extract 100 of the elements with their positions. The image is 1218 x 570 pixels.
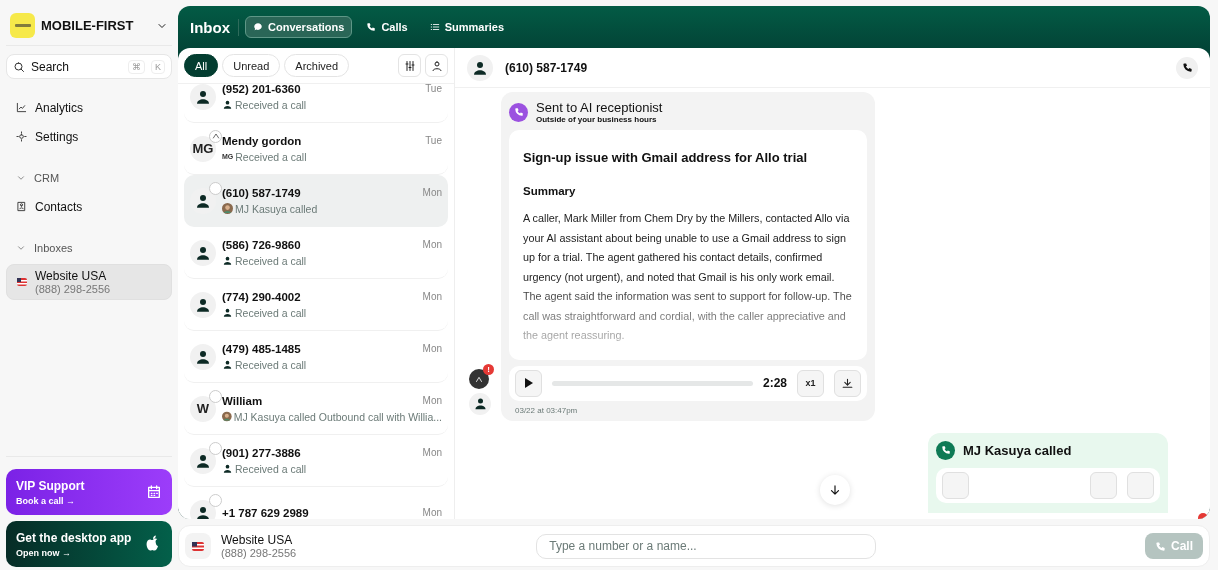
conversation-preview: Received a call: [235, 254, 307, 267]
conversation-preview: MJ Kasuya called: [235, 202, 318, 215]
contact-name: (610) 587-1749: [505, 60, 589, 75]
desktop-app-banner[interactable]: Get the desktop app Open now →: [6, 521, 172, 567]
conversation-time: Mon: [422, 394, 442, 407]
promo-title: VIP Support: [16, 478, 85, 493]
conversation-time: Tue: [425, 84, 442, 95]
play-icon: [524, 378, 533, 388]
settings-icon: [16, 131, 27, 142]
contact-name: (479) 485-1485: [222, 342, 301, 355]
phone-icon: [1155, 540, 1166, 552]
inbox-number: (888) 298-2556: [35, 283, 111, 295]
user-icon: [430, 59, 443, 72]
filter-chip[interactable]: Archived: [284, 54, 350, 77]
conversation-preview: MJ Kasuya called Outbound call with Willia...: [233, 410, 442, 423]
inbox-number: (888) 298-2556: [221, 547, 297, 559]
audio-track[interactable]: [552, 380, 753, 386]
search-field[interactable]: Search ⌘ K: [6, 54, 172, 79]
download-button[interactable]: [834, 369, 861, 397]
filter-chip[interactable]: Unread: [222, 54, 281, 77]
nav-item[interactable]: Analytics: [6, 93, 172, 122]
initials-avatar: MG: [190, 135, 216, 162]
summary-heading: Sign-up issue with Gmail address for Allo trial: [523, 150, 809, 165]
contact-name: +1 787 629 2989: [222, 506, 309, 519]
arrow-down-icon: [828, 483, 842, 497]
select-checkbox[interactable]: [209, 493, 222, 507]
calendar-icon: [146, 484, 162, 500]
conversation-time: Mon: [422, 290, 442, 303]
sliders-icon: [403, 59, 416, 72]
filter-button[interactable]: [398, 54, 421, 77]
scroll-down-button[interactable]: [820, 475, 850, 505]
tab[interactable]: Summaries: [421, 16, 513, 38]
conversation-time: Tue: [425, 134, 442, 147]
inbox-name: Website USA: [221, 533, 294, 547]
conversation-time: Mon: [422, 506, 442, 519]
person-icon: [222, 99, 233, 110]
workspace-switcher[interactable]: MOBILE-FIRST: [6, 6, 172, 46]
select-checkbox[interactable]: [209, 441, 222, 455]
contact-button[interactable]: [425, 54, 448, 77]
inbox-item[interactable]: Website USA (888) 298-2556: [6, 264, 172, 300]
conversation-preview: Received a call: [235, 150, 307, 163]
contact-name: Mendy gordon: [222, 134, 302, 147]
tab[interactable]: Conversations: [245, 16, 353, 38]
conversation-time: Mon: [422, 446, 442, 459]
select-checkbox[interactable]: [209, 181, 222, 195]
flag-icon: [17, 278, 27, 286]
phone-icon: [936, 440, 955, 460]
phone-icon: [509, 102, 528, 122]
call-button[interactable]: [1176, 56, 1198, 79]
audio-duration: 2:28: [762, 376, 787, 390]
conversation-time: Mon: [422, 186, 442, 199]
contact-name: (901) 277-3886: [222, 446, 301, 459]
conversation-time: Mon: [422, 238, 442, 251]
card-title: Sent to AI receptionist: [536, 100, 663, 115]
phone-icon: [1181, 62, 1193, 73]
nav-item[interactable]: Settings: [6, 122, 172, 151]
summary-text: A caller, Mark Miller from Chem Dry by the Millers, contacted Allo via your AI assistant about being unable to use a Gmail address to sign up for a trial. The agent gathered his contact details, confirmed urgency (not urgent), and noted that Gmail is his only work email. The agent said the information was sent to support for follow-up. The call was straightforward and cordial, with the caller appreciative and the agent reassuring.: [523, 211, 853, 343]
section-toggle[interactable]: CRM: [6, 163, 172, 192]
contact-name: (774) 290-4002: [222, 290, 301, 303]
conversation-item[interactable]: (952) 201-6360 Tue Received a call: [184, 84, 448, 123]
number-input[interactable]: Type a number or a name...: [536, 533, 877, 559]
inbox-name: Website USA: [35, 269, 108, 283]
person-icon: [222, 307, 233, 318]
summary-label: Summary: [523, 185, 577, 197]
play-button[interactable]: [515, 369, 542, 397]
contact-name: (586) 726-9860: [222, 238, 301, 251]
promo-title: Get the desktop app: [16, 530, 132, 545]
section-toggle[interactable]: Inboxes: [6, 233, 172, 262]
speed-button[interactable]: [1090, 471, 1117, 499]
conversation-preview: Received a call: [235, 358, 307, 371]
message-timestamp: 03/22 at 03:47pm: [515, 405, 579, 415]
promo-link[interactable]: Book a call →: [16, 495, 85, 506]
list-icon: [429, 22, 440, 32]
shortcut-key: ⌘: [128, 59, 145, 74]
search-placeholder: Search: [31, 59, 71, 74]
contact-name: (952) 201-6360: [222, 84, 301, 95]
ai-agent-avatar: [469, 368, 489, 389]
flag-icon: [185, 533, 211, 559]
person-icon: [222, 255, 233, 266]
speed-button[interactable]: x1: [797, 369, 824, 397]
conversation-item[interactable]: (610) 587-1749 Mon MJ Kasuya called: [184, 175, 448, 227]
tab[interactable]: Calls: [358, 16, 416, 38]
filter-chip[interactable]: All: [184, 54, 219, 77]
search-icon: [13, 60, 25, 73]
contact-name: (610) 587-1749: [222, 186, 301, 199]
phone-icon: [366, 22, 377, 32]
chart-icon: [16, 102, 27, 113]
nav-item[interactable]: Contacts: [6, 192, 172, 221]
conversation-preview: Received a call: [235, 462, 307, 475]
shortcut-key: K: [151, 59, 165, 74]
contact-card-icon: [16, 201, 27, 212]
inbox-title: Inbox: [190, 18, 239, 36]
chat-icon: [253, 22, 263, 32]
conversation-preview: Received a call: [235, 98, 307, 111]
promo-link[interactable]: Open now →: [16, 547, 132, 558]
workspace-logo: [10, 13, 35, 38]
workspace-name: MOBILE-FIRST: [41, 18, 135, 33]
vip-support-banner[interactable]: VIP Support Book a call →: [6, 469, 172, 515]
card-subtitle: Outside of your business hours: [536, 115, 658, 124]
select-checkbox[interactable]: [209, 389, 222, 403]
